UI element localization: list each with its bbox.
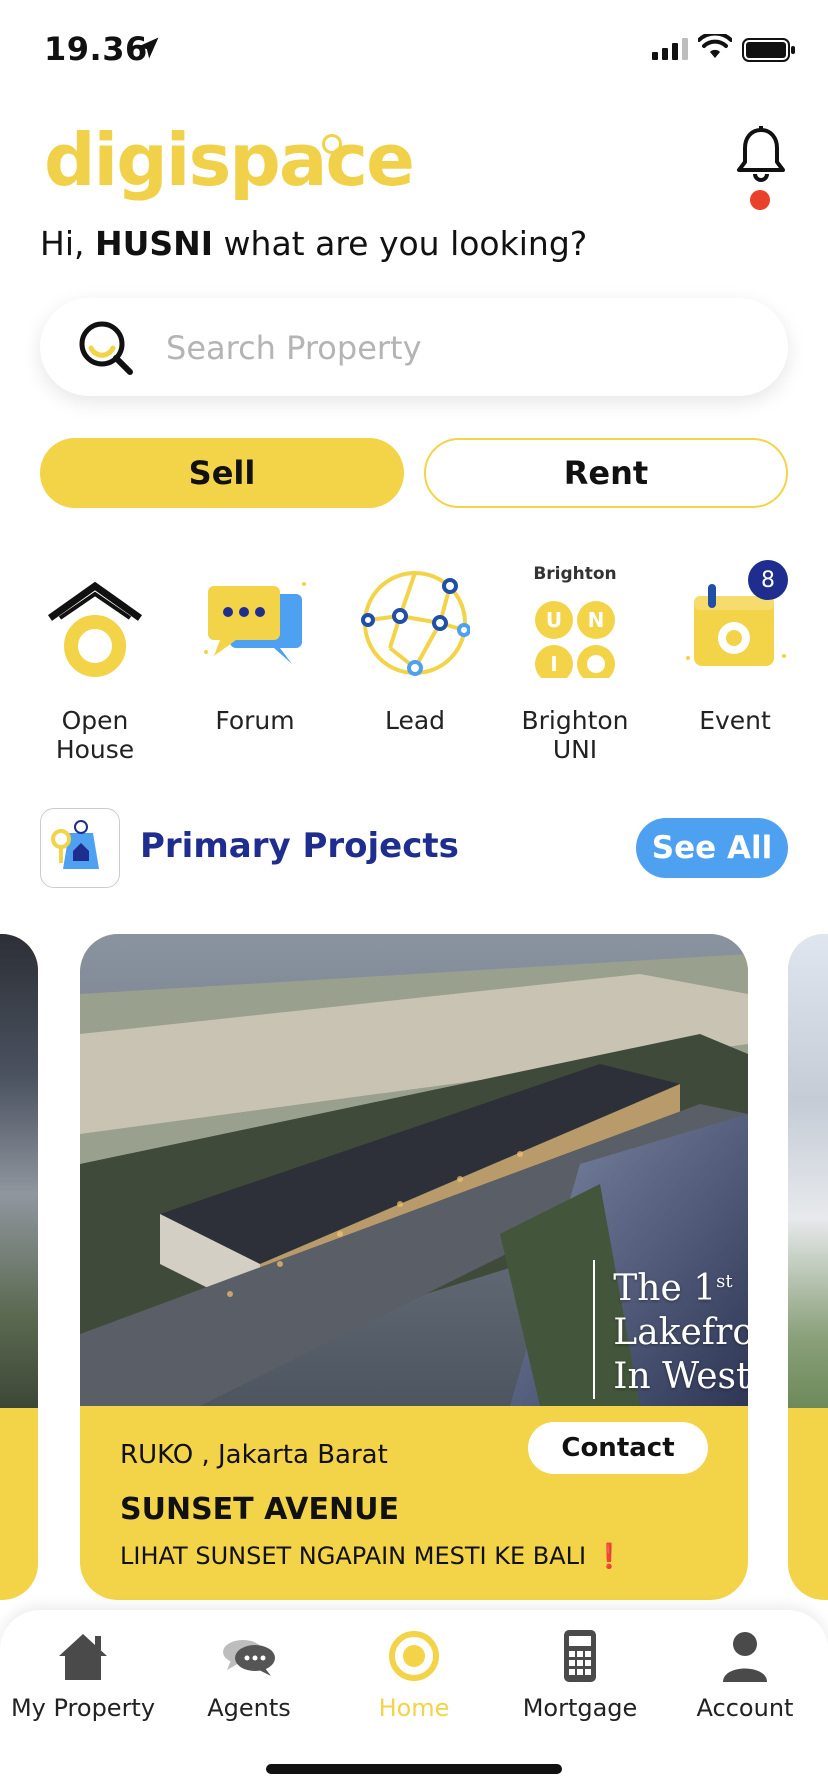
project-card-next[interactable] [788, 934, 828, 1600]
section-title: Primary Projects [140, 826, 459, 866]
project-image: The 1st Lakefro In West [80, 934, 748, 1406]
category-label: Event [699, 706, 771, 735]
nav-my-property[interactable]: My Property [0, 1628, 166, 1722]
search-input[interactable] [164, 322, 748, 374]
category-lead[interactable]: Lead [340, 568, 490, 735]
event-calendar-icon: 8 [680, 560, 790, 678]
uni-letter-i: I [550, 652, 558, 676]
caption-line-1: The 1 [613, 1268, 717, 1309]
category-brighton-uni[interactable]: Brighton U N I Brighton UNI [500, 564, 650, 764]
open-house-icon [40, 568, 150, 678]
project-card-previous[interactable] [0, 934, 38, 1600]
event-count-badge: 8 [748, 560, 788, 600]
cellular-signal-icon [652, 38, 688, 60]
logo-dot [322, 134, 342, 154]
notification-bell-icon[interactable] [734, 126, 788, 190]
contact-button[interactable]: Contact [528, 1422, 708, 1474]
project-subtitle: LIHAT SUNSET NGAPAIN MESTI KE BALI ❗ [120, 1542, 624, 1570]
see-all-button[interactable]: See All [636, 818, 788, 878]
home-target-icon [386, 1628, 442, 1684]
caption-line-3: In West [613, 1356, 748, 1397]
greeting-suffix: what are you looking? [213, 224, 588, 263]
nav-agents[interactable]: Agents [166, 1628, 332, 1722]
category-open-house[interactable]: Open House [20, 568, 170, 764]
nav-label: Home [378, 1694, 450, 1722]
status-time: 19.36 [44, 30, 148, 68]
rent-button[interactable]: Rent [424, 438, 788, 508]
category-label: Brighton UNI [521, 706, 629, 764]
project-title: SUNSET AVENUE [120, 1492, 399, 1527]
nav-mortgage[interactable]: Mortgage [497, 1628, 663, 1722]
greeting-prefix: Hi, [40, 224, 95, 263]
sell-button[interactable]: Sell [40, 438, 404, 508]
project-image [788, 934, 828, 1408]
notification-badge [750, 190, 770, 210]
category-label: Lead [384, 706, 446, 735]
house-icon [55, 1628, 111, 1684]
uni-letter-u: U [545, 608, 563, 632]
category-event[interactable]: 8 Event [660, 560, 810, 735]
wifi-icon [698, 34, 732, 58]
greeting: Hi, HUSNI what are you looking? [40, 224, 587, 263]
category-forum[interactable]: Forum [180, 568, 330, 735]
primary-projects-icon [40, 808, 120, 888]
nav-label: My Property [10, 1694, 156, 1722]
user-name: HUSNI [94, 224, 214, 263]
forum-icon [200, 568, 310, 678]
project-image [0, 934, 38, 1408]
category-label: Forum [215, 706, 295, 735]
nav-label: Account [696, 1694, 794, 1722]
nav-label: Mortgage [522, 1694, 638, 1722]
project-location: RUKO , Jakarta Barat [120, 1440, 388, 1470]
brighton-uni-icon: Brighton U N I [520, 564, 630, 678]
caption-line-2: Lakefro [613, 1312, 748, 1353]
home-indicator[interactable] [266, 1764, 562, 1774]
image-caption: The 1st Lakefro In West [593, 1260, 748, 1399]
project-card[interactable]: The 1st Lakefro In West RUKO , Jakarta B… [80, 934, 748, 1600]
lead-network-icon [360, 568, 471, 678]
category-label: Open House [55, 706, 135, 764]
search-icon [79, 321, 133, 375]
caption-sup: st [716, 1271, 733, 1292]
exclamation-icon: ❗ [594, 1542, 624, 1570]
nav-home[interactable]: Home [331, 1628, 497, 1722]
nav-label: Agents [207, 1694, 291, 1722]
nav-account[interactable]: Account [662, 1628, 828, 1722]
app-logo: digispace [44, 118, 415, 202]
battery-icon [742, 38, 795, 62]
location-arrow-icon [137, 37, 159, 59]
project-tagline: LIHAT SUNSET NGAPAIN MESTI KE BALI [120, 1542, 587, 1570]
calculator-icon [552, 1628, 608, 1684]
user-icon [717, 1628, 773, 1684]
uni-letter-n: N [587, 608, 605, 632]
chat-bubbles-icon [221, 1628, 277, 1684]
